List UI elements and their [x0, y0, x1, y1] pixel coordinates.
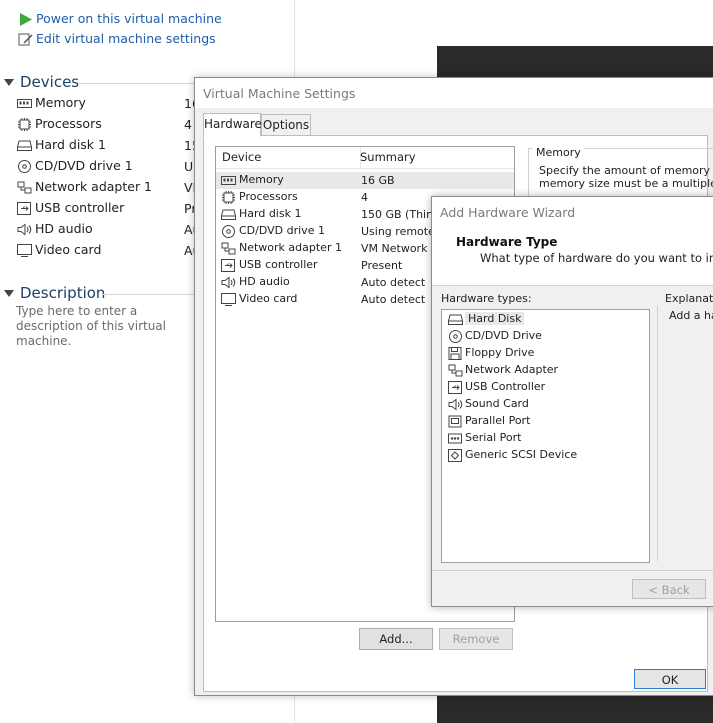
back-button[interactable]: < Back	[632, 579, 706, 599]
play-icon	[18, 13, 33, 26]
add-hardware-wizard: Add Hardware Wizard Hardware Type What t…	[431, 196, 713, 607]
wizard-header: Hardware Type What type of hardware do y…	[432, 227, 713, 286]
hard-disk-icon	[448, 313, 463, 326]
hard-disk-icon	[221, 208, 236, 220]
list-item-cd-dvd[interactable]: CD/DVD Drive	[448, 329, 542, 346]
list-item-sound-card[interactable]: Sound Card	[448, 397, 529, 414]
device-row-hard-disk[interactable]: Hard disk 1	[17, 137, 106, 157]
usb-icon	[221, 259, 236, 272]
device-row-usb-controller[interactable]: USB controller	[17, 200, 124, 220]
network-adapter-icon	[221, 242, 236, 255]
wizard-heading: Hardware Type	[456, 235, 558, 249]
explanation-text: Add a har	[669, 309, 713, 322]
scsi-icon	[448, 448, 462, 462]
hardware-types-label: Hardware types:	[441, 292, 532, 305]
memory-group-title: Memory	[533, 146, 584, 159]
memory-icon	[221, 174, 236, 186]
wizard-subheading: What type of hardware do you want to ins…	[480, 251, 713, 265]
network-adapter-icon	[17, 181, 32, 194]
device-row-hd-audio[interactable]: HD audio	[17, 221, 93, 241]
device-row-network-adapter[interactable]: Network adapter 1	[17, 179, 152, 199]
cd-dvd-icon	[221, 225, 236, 238]
list-item-network-adapter[interactable]: Network Adapter	[448, 363, 558, 380]
usb-icon	[448, 380, 462, 394]
list-item-generic-scsi[interactable]: Generic SCSI Device	[448, 448, 577, 465]
column-header-summary[interactable]: Summary	[360, 147, 514, 169]
edit-settings-icon	[18, 33, 33, 46]
edit-settings-command[interactable]: Edit virtual machine settings	[18, 31, 216, 46]
list-item-serial-port[interactable]: Serial Port	[448, 431, 521, 448]
collapse-icon	[4, 290, 14, 297]
tab-hardware[interactable]: Hardware	[203, 113, 262, 137]
hard-disk-icon	[17, 139, 32, 152]
video-card-icon	[221, 293, 236, 306]
hardware-types-list[interactable]: Hard Disk CD/DVD Drive Floppy Drive Netw…	[441, 309, 650, 563]
audio-icon	[221, 276, 236, 289]
ok-button[interactable]: OK	[634, 669, 706, 689]
wizard-footer-divider	[432, 570, 713, 571]
list-item-parallel-port[interactable]: Parallel Port	[448, 414, 530, 431]
device-row-video-card[interactable]: Video card	[17, 242, 101, 262]
list-item-floppy[interactable]: Floppy Drive	[448, 346, 534, 363]
processor-icon	[17, 118, 32, 131]
column-header-device[interactable]: Device	[216, 147, 361, 169]
floppy-icon	[448, 346, 462, 360]
memory-icon	[17, 97, 32, 110]
list-item-usb-controller[interactable]: USB Controller	[448, 380, 545, 397]
wizard-title: Add Hardware Wizard	[440, 205, 576, 220]
audio-icon	[448, 398, 463, 411]
parallel-port-icon	[448, 415, 462, 428]
memory-description: Specify the amount of memory allocate me…	[539, 164, 713, 190]
usb-icon	[17, 202, 32, 215]
network-adapter-icon	[448, 364, 463, 377]
add-hardware-button[interactable]: Add...	[359, 628, 433, 650]
device-row-cd-dvd[interactable]: CD/DVD drive 1	[17, 158, 133, 178]
video-card-icon	[17, 244, 32, 257]
remove-hardware-button[interactable]: Remove	[439, 628, 513, 650]
device-row-memory[interactable]: Memory	[17, 95, 86, 115]
audio-icon	[17, 223, 32, 236]
tab-options[interactable]: Options	[261, 114, 311, 136]
power-on-command[interactable]: Power on this virtual machine	[18, 11, 222, 26]
cd-dvd-icon	[448, 329, 462, 343]
cd-dvd-icon	[17, 160, 32, 173]
explanation-box	[657, 306, 713, 561]
serial-port-icon	[448, 432, 462, 445]
vm-settings-titlebar[interactable]: Virtual Machine Settings	[195, 78, 713, 108]
description-input[interactable]: Type here to enter a description of this…	[16, 304, 196, 349]
dialog-title: Virtual Machine Settings	[203, 86, 356, 101]
explanation-label: Explanation	[665, 292, 713, 305]
processor-icon	[221, 191, 236, 204]
table-row[interactable]: Memory 16 GB	[216, 172, 514, 189]
wizard-titlebar[interactable]: Add Hardware Wizard	[432, 197, 713, 227]
collapse-icon	[4, 79, 14, 86]
device-row-processors[interactable]: Processors	[17, 116, 102, 136]
list-item-hard-disk[interactable]: Hard Disk	[448, 312, 525, 329]
